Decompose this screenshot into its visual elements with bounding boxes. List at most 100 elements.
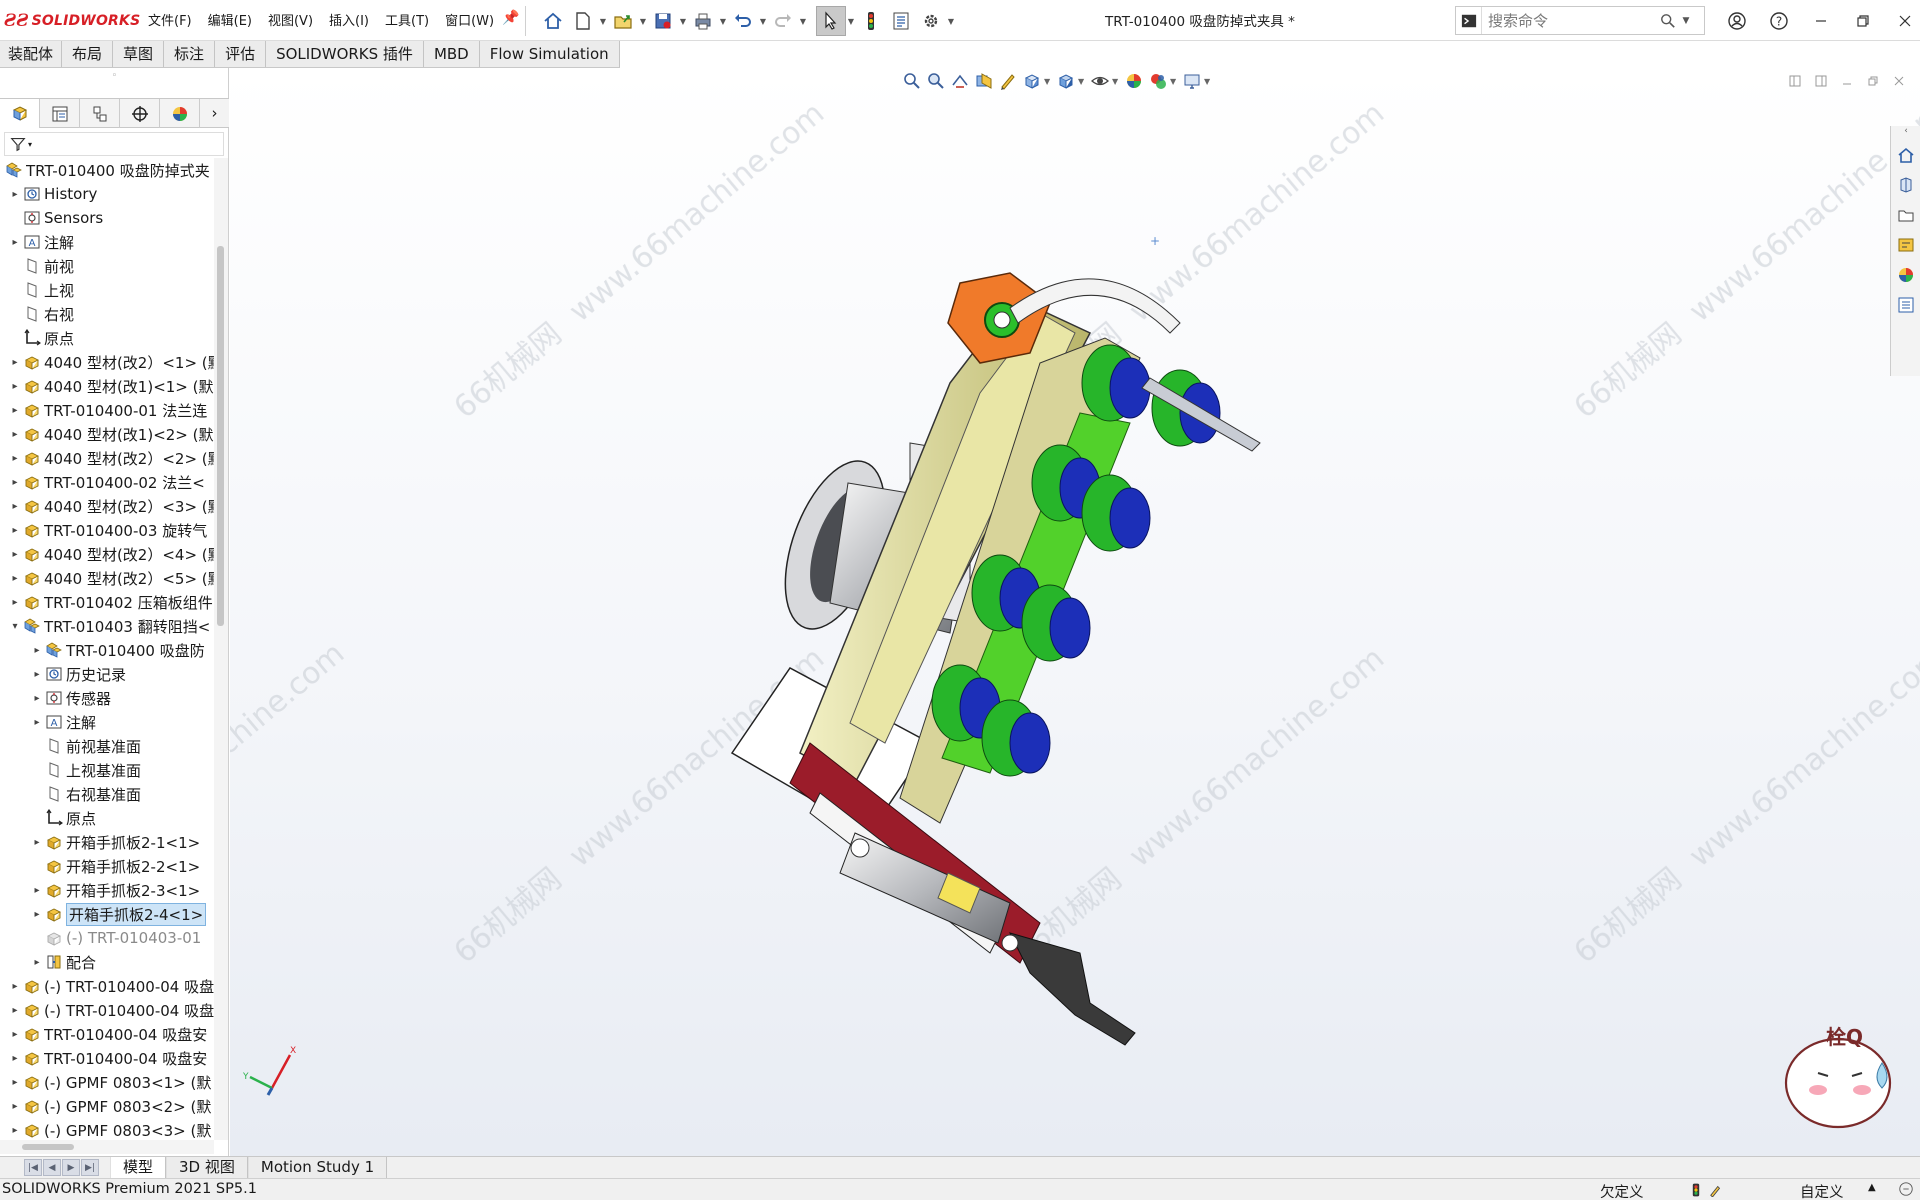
- tree-expand-toggle-icon[interactable]: ▸: [30, 693, 44, 704]
- doc-close-button[interactable]: [1886, 70, 1912, 92]
- tree-node[interactable]: ▸ 开箱手抓板2-4<1>: [30, 902, 207, 926]
- dynamic-annotation-button[interactable]: [996, 69, 1020, 93]
- tree-node[interactable]: ▸ (-) TRT-010400-04 吸盘: [8, 998, 214, 1022]
- feature-manager-tab[interactable]: [0, 99, 40, 128]
- tree-node[interactable]: ▸ TRT-010400-04 吸盘安: [8, 1046, 207, 1070]
- task-pane-expand-icon[interactable]: ‹: [1891, 126, 1920, 140]
- tree-expand-toggle-icon[interactable]: ▸: [30, 669, 44, 680]
- menu-tools[interactable]: 工具(T): [377, 12, 437, 32]
- tab-evaluate[interactable]: 评估: [215, 41, 267, 67]
- view-settings-dropdown[interactable]: ▼: [1204, 77, 1214, 86]
- tree-node[interactable]: ▸ TRT-010402 压箱板组件: [8, 590, 212, 614]
- tree-node[interactable]: 原点: [30, 806, 96, 830]
- tab-markup[interactable]: 标注: [164, 41, 216, 67]
- display-style-dropdown[interactable]: ▼: [1078, 77, 1088, 86]
- units-dropdown-icon[interactable]: ▲: [1868, 1182, 1876, 1193]
- new-document-dropdown[interactable]: ▼: [598, 6, 608, 36]
- view-palette-tab[interactable]: [1891, 230, 1920, 260]
- save-button[interactable]: [648, 6, 678, 36]
- tree-expand-toggle-icon[interactable]: ▸: [8, 1077, 22, 1088]
- tree-expand-toggle-icon[interactable]: ▸: [30, 885, 44, 896]
- print-dropdown[interactable]: ▼: [718, 6, 728, 36]
- rebuild-button[interactable]: [856, 6, 886, 36]
- help-button[interactable]: ?: [1758, 5, 1800, 37]
- tree-node[interactable]: ▾ TRT-010403 翻转阻挡<: [8, 614, 210, 638]
- tree-expand-toggle-icon[interactable]: ▸: [8, 501, 22, 512]
- tab-mbd[interactable]: MBD: [423, 41, 480, 67]
- tree-expand-toggle-icon[interactable]: ▸: [8, 597, 22, 608]
- next-tab-icon[interactable]: ▶: [62, 1159, 80, 1176]
- tree-expand-toggle-icon[interactable]: ▸: [8, 429, 22, 440]
- rebuild-status-icon[interactable]: [1686, 1182, 1706, 1198]
- tile-right-button[interactable]: [1808, 70, 1834, 92]
- tree-node[interactable]: ▸ 4040 型材(改1)<1> (默: [8, 374, 213, 398]
- tab-sketch[interactable]: 草图: [113, 41, 165, 67]
- apply-scene-button[interactable]: [1146, 69, 1170, 93]
- search-commands-icon[interactable]: [1456, 7, 1482, 34]
- tree-node[interactable]: Sensors: [8, 206, 103, 230]
- dimxpert-manager-tab[interactable]: [120, 99, 160, 128]
- display-manager-tab[interactable]: [160, 99, 200, 128]
- redo-dropdown[interactable]: ▼: [798, 6, 808, 36]
- tree-filter[interactable]: ▾: [4, 132, 224, 156]
- tree-node[interactable]: ▸ 4040 型材(改2）<4> (默: [8, 542, 214, 566]
- tree-expand-toggle-icon[interactable]: ▸: [8, 237, 22, 248]
- panel-grip[interactable]: ◦: [0, 68, 229, 84]
- tree-node[interactable]: ▸ TRT-010400-04 吸盘安: [8, 1022, 207, 1046]
- tree-expand-toggle-icon[interactable]: ▸: [30, 837, 44, 848]
- section-view-button[interactable]: [972, 69, 996, 93]
- user-account-button[interactable]: [1716, 5, 1758, 37]
- tree-expand-toggle-icon[interactable]: ▸: [8, 1029, 22, 1040]
- tree-expand-toggle-icon[interactable]: ▸: [8, 357, 22, 368]
- close-button[interactable]: [1884, 5, 1920, 37]
- edit-mode-icon[interactable]: [1706, 1182, 1726, 1198]
- new-document-button[interactable]: [568, 6, 598, 36]
- tree-node[interactable]: ▸ A 注解: [30, 710, 96, 734]
- menu-view[interactable]: 视图(V): [260, 12, 321, 32]
- tree-node[interactable]: ▸ 传感器: [30, 686, 111, 710]
- tree-node[interactable]: ▸ History: [8, 182, 97, 206]
- tab-3d-views[interactable]: 3D 视图: [166, 1157, 248, 1178]
- edit-appearance-button[interactable]: [1122, 69, 1146, 93]
- tree-node[interactable]: ▸ 4040 型材(改2）<5> (默: [8, 566, 214, 590]
- select-button[interactable]: [816, 6, 846, 36]
- appearances-tab[interactable]: [1891, 260, 1920, 290]
- tree-node[interactable]: ▸ (-) TRT-010400-04 吸盘: [8, 974, 214, 998]
- doc-restore-button[interactable]: [1860, 70, 1886, 92]
- tree-expand-toggle-icon[interactable]: ▸: [8, 1101, 22, 1112]
- first-tab-icon[interactable]: |◀: [24, 1159, 42, 1176]
- tree-expand-toggle-icon[interactable]: ▸: [8, 381, 22, 392]
- tree-expand-toggle-icon[interactable]: ▸: [8, 1005, 22, 1016]
- tree-node[interactable]: ▸ TRT-010400-02 法兰<: [8, 470, 204, 494]
- tree-expand-toggle-icon[interactable]: ▸: [8, 573, 22, 584]
- tree-node[interactable]: ▸ A 注解: [8, 230, 74, 254]
- menu-edit[interactable]: 编辑(E): [200, 12, 260, 32]
- redo-button[interactable]: [768, 6, 798, 36]
- solidworks-resources-tab[interactable]: [1891, 140, 1920, 170]
- tab-motion-study[interactable]: Motion Study 1: [247, 1157, 388, 1178]
- tree-node[interactable]: ▸ (-) GPMF 0803<1> (默: [8, 1070, 211, 1094]
- graphics-area[interactable]: www.66machine.com 66机械网 www.66machine.co…: [230, 68, 1920, 1156]
- search-icon[interactable]: [1657, 7, 1679, 34]
- tab-layout[interactable]: 布局: [62, 41, 114, 67]
- tree-node[interactable]: ▸ 4040 型材(改2）<1> (默: [8, 350, 214, 374]
- search-input[interactable]: [1482, 11, 1657, 30]
- tree-expand-toggle-icon[interactable]: ▸: [30, 717, 44, 728]
- tree-node[interactable]: 右视: [8, 302, 74, 326]
- apply-scene-dropdown[interactable]: ▼: [1170, 77, 1180, 86]
- previous-view-button[interactable]: [948, 69, 972, 93]
- menu-file[interactable]: 文件(F): [140, 12, 200, 32]
- tree-expand-toggle-icon[interactable]: ▸: [8, 405, 22, 416]
- tree-node[interactable]: ▸ TRT-010400-01 法兰连: [8, 398, 207, 422]
- tree-node[interactable]: ▸ 4040 型材(改1)<2> (默: [8, 422, 213, 446]
- scrollbar-thumb[interactable]: [22, 1144, 74, 1150]
- view-settings-button[interactable]: [1180, 69, 1204, 93]
- tree-node[interactable]: 上视基准面: [30, 758, 141, 782]
- view-orientation-dropdown[interactable]: ▼: [1044, 77, 1054, 86]
- tree-node[interactable]: ▸ 4040 型材(改2）<2> (默: [8, 446, 214, 470]
- custom-properties-tab[interactable]: [1891, 290, 1920, 320]
- zoom-to-area-button[interactable]: [924, 69, 948, 93]
- file-properties-button[interactable]: [886, 6, 916, 36]
- configuration-manager-tab[interactable]: [80, 99, 120, 128]
- home-button[interactable]: [538, 6, 568, 36]
